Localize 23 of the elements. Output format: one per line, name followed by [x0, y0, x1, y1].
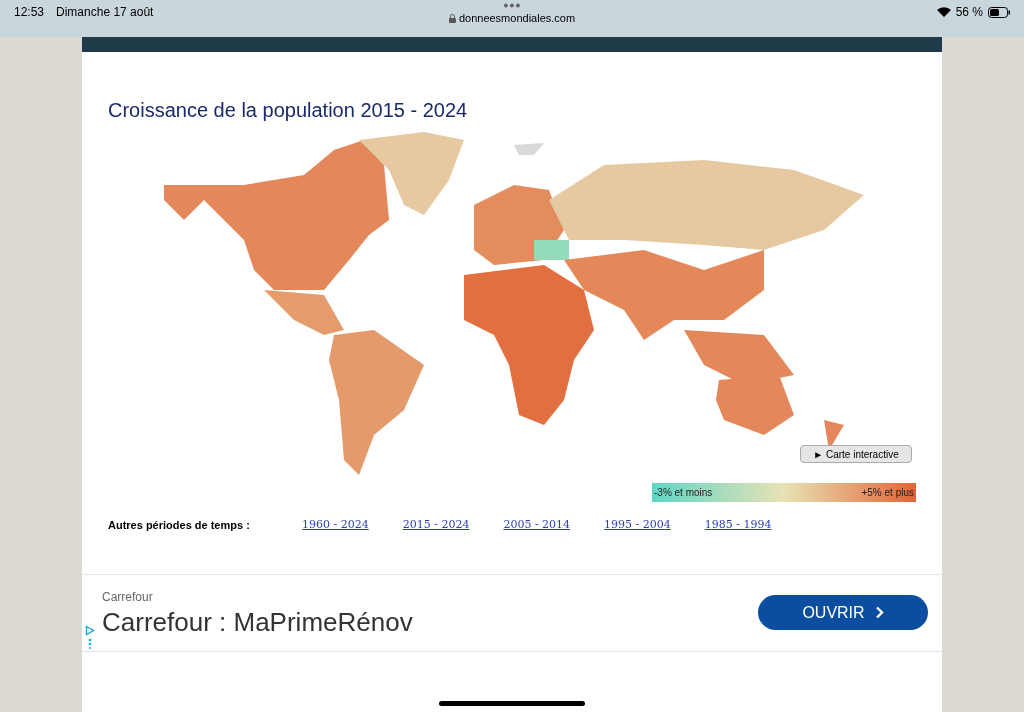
periods-label: Autres périodes de temps : — [108, 518, 251, 533]
period-link[interactable]: 1995 - 2004 — [604, 517, 671, 534]
battery-icon — [988, 6, 1010, 18]
ad-advertiser: Carrefour — [102, 588, 154, 606]
legend-min-label: -3% et moins — [654, 486, 713, 500]
ad-headline[interactable]: Carrefour : MaPrimeRénov — [102, 605, 413, 638]
period-link[interactable]: 2015 - 2024 — [402, 517, 470, 534]
period-link[interactable]: 2005 - 2014 — [503, 517, 571, 534]
period-link[interactable]: 1985 - 1994 — [704, 517, 772, 534]
lock-icon — [448, 13, 456, 23]
wifi-icon — [936, 7, 951, 17]
more-dots-icon[interactable] — [503, 3, 521, 8]
open-button[interactable]: OUVRIR — [758, 595, 928, 630]
status-time: 12:53 — [14, 4, 45, 21]
interactive-map-button[interactable]: ► Carte interactive — [800, 445, 912, 463]
ad-choices-icon[interactable] — [85, 624, 95, 649]
url-address[interactable]: donneesmondiales.com — [458, 10, 576, 27]
legend-max-label: +5% et plus — [861, 486, 914, 500]
period-link[interactable]: 1960 - 2024 — [302, 517, 369, 534]
battery-percent: 56 % — [955, 4, 983, 21]
status-date: Dimanche 17 août — [56, 4, 154, 21]
chart-title: Croissance de la population 2015 - 2024 — [108, 98, 469, 123]
chevron-icon — [874, 606, 884, 619]
